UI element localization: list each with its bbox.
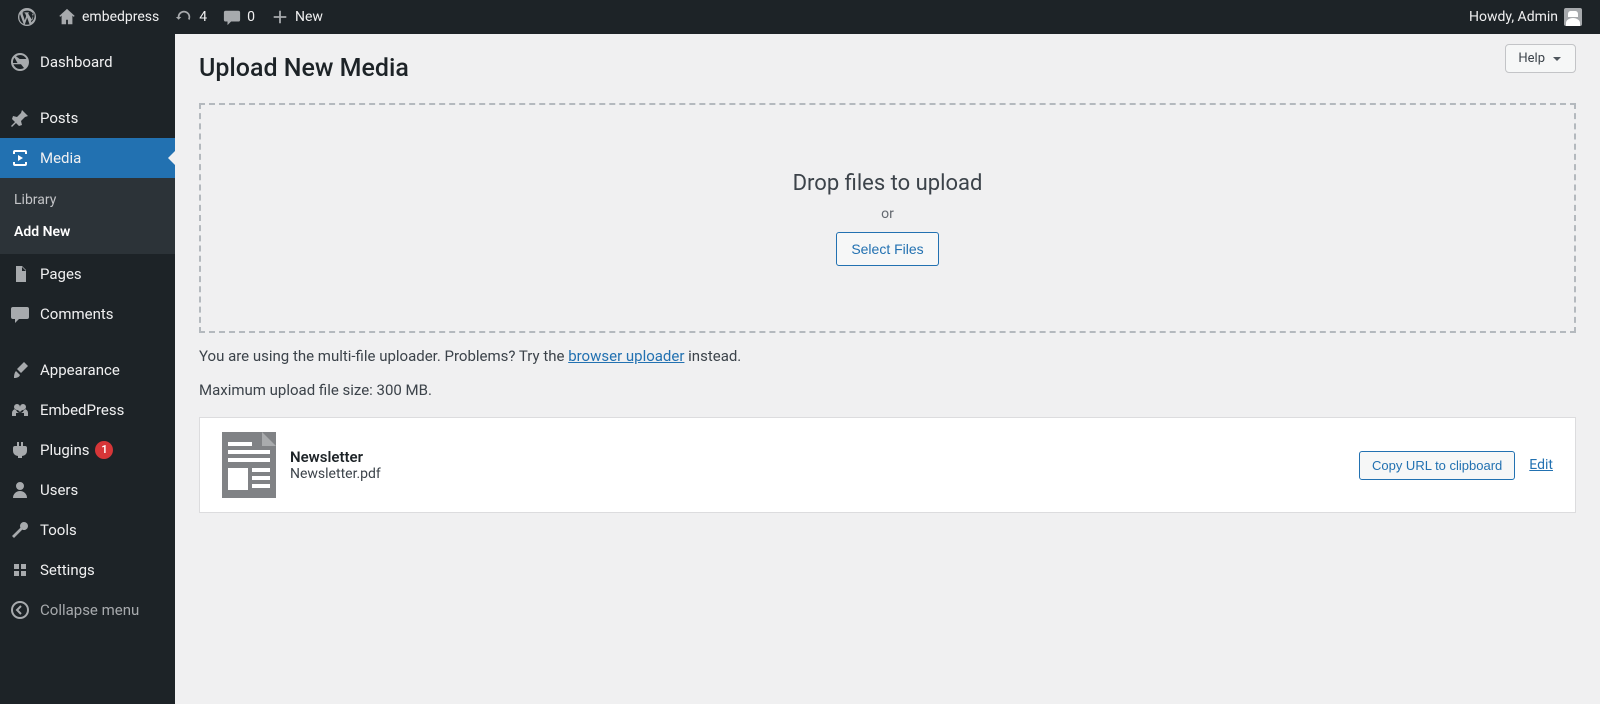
- sidebar-label-plugins: Plugins: [40, 441, 89, 459]
- sidebar-label-collapse: Collapse menu: [40, 601, 139, 619]
- file-thumbnail: [222, 432, 276, 498]
- avatar-icon: [1564, 8, 1582, 26]
- wrench-icon: [10, 520, 30, 540]
- sidebar-label-media: Media: [40, 149, 81, 167]
- sidebar-label-embedpress: EmbedPress: [40, 401, 124, 419]
- sidebar-item-plugins[interactable]: Plugins 1: [0, 430, 175, 470]
- help-toggle[interactable]: Help: [1505, 44, 1576, 73]
- upload-drop-area[interactable]: Drop files to upload or Select Files: [199, 103, 1576, 333]
- sidebar-item-embedpress[interactable]: EmbedPress: [0, 390, 175, 430]
- sidebar-submenu-media: Library Add New: [0, 178, 175, 254]
- dashboard-icon: [10, 52, 30, 72]
- sidebar-item-settings[interactable]: Settings: [0, 550, 175, 590]
- admin-bar: embedpress 4 0 New Howdy, Admin: [0, 0, 1600, 34]
- sidebar-label-appearance: Appearance: [40, 361, 120, 379]
- adminbar-comments-count: 0: [247, 9, 255, 25]
- uploader-note-suffix: instead.: [684, 347, 741, 365]
- sidebar-item-pages[interactable]: Pages: [0, 254, 175, 294]
- sidebar-item-users[interactable]: Users: [0, 470, 175, 510]
- edit-file-link[interactable]: Edit: [1529, 457, 1553, 473]
- sidebar-item-comments[interactable]: Comments: [0, 294, 175, 334]
- adminbar-site-link[interactable]: embedpress: [50, 0, 167, 34]
- user-icon: [10, 480, 30, 500]
- pin-icon: [10, 108, 30, 128]
- sidebar-item-dashboard[interactable]: Dashboard: [0, 42, 175, 82]
- sidebar-item-tools[interactable]: Tools: [0, 510, 175, 550]
- sidebar-label-comments: Comments: [40, 305, 114, 323]
- sidebar-sub-add-new[interactable]: Add New: [0, 216, 175, 248]
- uploader-note: You are using the multi-file uploader. P…: [199, 347, 1576, 365]
- file-meta: Newsletter Newsletter.pdf: [290, 448, 381, 482]
- home-icon: [58, 8, 76, 26]
- document-icon: [222, 432, 276, 498]
- adminbar-wp-logo[interactable]: [10, 0, 50, 34]
- adminbar-howdy-text: Howdy, Admin: [1469, 9, 1558, 25]
- help-label: Help: [1518, 51, 1545, 66]
- sidebar-label-users: Users: [40, 481, 78, 499]
- media-icon: [10, 148, 30, 168]
- sidebar-label-settings: Settings: [40, 561, 95, 579]
- adminbar-comments[interactable]: 0: [215, 0, 263, 34]
- sidebar-label-posts: Posts: [40, 109, 78, 127]
- settings-icon: [10, 560, 30, 580]
- plus-icon: [271, 8, 289, 26]
- adminbar-updates[interactable]: 4: [167, 0, 215, 34]
- brush-icon: [10, 360, 30, 380]
- file-actions: Copy URL to clipboard Edit: [1359, 451, 1553, 480]
- comments-icon: [10, 304, 30, 324]
- sidebar-label-tools: Tools: [40, 521, 77, 539]
- plugin-icon: [10, 440, 30, 460]
- admin-sidebar: Dashboard Posts Media Library Add New Pa…: [0, 34, 175, 704]
- comment-icon: [223, 8, 241, 26]
- copy-url-button[interactable]: Copy URL to clipboard: [1359, 451, 1515, 480]
- drop-or-label: or: [881, 206, 894, 222]
- main-content: Help Upload New Media Drop files to uplo…: [175, 34, 1600, 704]
- adminbar-site-name: embedpress: [82, 9, 159, 25]
- uploader-note-prefix: You are using the multi-file uploader. P…: [199, 347, 568, 365]
- adminbar-my-account[interactable]: Howdy, Admin: [1461, 0, 1590, 34]
- page-title: Upload New Media: [199, 54, 1576, 83]
- plugins-update-badge: 1: [95, 441, 113, 459]
- refresh-icon: [175, 8, 193, 26]
- drop-instructions: Drop files to upload: [793, 171, 983, 196]
- sidebar-item-media[interactable]: Media: [0, 138, 175, 178]
- adminbar-updates-count: 4: [199, 9, 207, 25]
- page-icon: [10, 264, 30, 284]
- sidebar-item-posts[interactable]: Posts: [0, 98, 175, 138]
- browser-uploader-link[interactable]: browser uploader: [568, 347, 684, 365]
- file-title: Newsletter: [290, 448, 381, 466]
- select-files-button[interactable]: Select Files: [836, 232, 938, 266]
- sidebar-label-dashboard: Dashboard: [40, 53, 113, 71]
- sidebar-collapse-menu[interactable]: Collapse menu: [0, 590, 175, 630]
- uploaded-file-row: Newsletter Newsletter.pdf Copy URL to cl…: [199, 417, 1576, 513]
- collapse-icon: [10, 600, 30, 620]
- sidebar-label-pages: Pages: [40, 265, 82, 283]
- adminbar-new-label: New: [295, 9, 323, 25]
- adminbar-new-content[interactable]: New: [263, 0, 331, 34]
- sidebar-sub-library[interactable]: Library: [0, 184, 175, 216]
- sidebar-separator: [0, 82, 175, 98]
- file-name: Newsletter.pdf: [290, 466, 381, 482]
- wordpress-icon: [18, 8, 36, 26]
- sidebar-separator: [0, 334, 175, 350]
- sidebar-item-appearance[interactable]: Appearance: [0, 350, 175, 390]
- max-upload-size: Maximum upload file size: 300 MB.: [199, 381, 1576, 399]
- chevron-down-icon: [1551, 53, 1563, 65]
- embedpress-icon: [10, 400, 30, 420]
